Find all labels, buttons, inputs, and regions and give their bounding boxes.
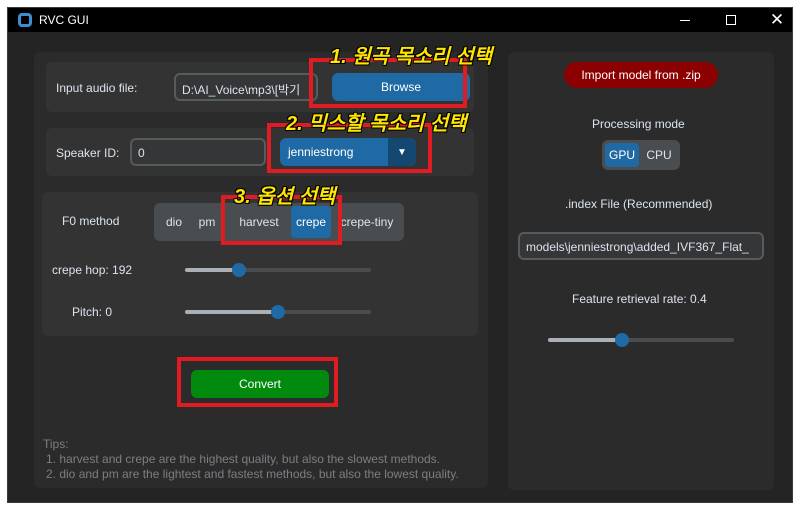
minimize-icon bbox=[680, 19, 690, 21]
processing-mode-label: Processing mode bbox=[592, 117, 685, 131]
close-button[interactable]: ✕ bbox=[754, 8, 792, 32]
maximize-button[interactable] bbox=[708, 8, 754, 32]
index-file-input[interactable]: models\jenniestrong\added_IVF367_Flat_ bbox=[518, 232, 764, 260]
tip-line-2: 2. dio and pm are the lightest and faste… bbox=[46, 467, 459, 481]
feature-retrieval-slider[interactable] bbox=[548, 333, 734, 347]
annotation-step-1: 1. 원곡 목소리 선택 bbox=[330, 46, 493, 68]
processing-mode-selector: GPU CPU bbox=[602, 140, 680, 170]
speaker-id-input[interactable]: 0 bbox=[130, 138, 266, 166]
annotation-step-3: 3. 옵션 선택 bbox=[234, 186, 336, 208]
tips-title: Tips: bbox=[43, 437, 69, 451]
crepe-hop-slider[interactable] bbox=[185, 263, 371, 277]
pitch-thumb[interactable] bbox=[271, 305, 285, 319]
audio-path-input[interactable]: D:\AI_Voice\mp3\[박기 bbox=[174, 73, 318, 101]
tips-text: Tips: 1. harvest and crepe are the highe… bbox=[43, 437, 459, 482]
pitch-label: Pitch: 0 bbox=[72, 305, 113, 319]
input-audio-label: Input audio file: bbox=[56, 81, 138, 95]
window-title: RVC GUI bbox=[39, 13, 89, 27]
f0-option-crepe-tiny[interactable]: crepe-tiny bbox=[334, 206, 400, 238]
tip-line-1: 1. harvest and crepe are the highest qua… bbox=[46, 452, 441, 466]
crepe-hop-label: crepe hop: 192 bbox=[52, 263, 133, 277]
f0-option-pm[interactable]: pm bbox=[194, 206, 220, 238]
crepe-hop-thumb[interactable] bbox=[232, 263, 246, 277]
settings-panel: Import model from .zip Processing mode G… bbox=[508, 52, 774, 490]
crepe-hop-fill bbox=[185, 268, 239, 272]
annotation-step-2: 2. 믹스할 목소리 선택 bbox=[286, 113, 467, 135]
mode-cpu[interactable]: CPU bbox=[641, 143, 677, 167]
index-file-label: .index File (Recommended) bbox=[565, 197, 713, 211]
pitch-slider[interactable] bbox=[185, 305, 371, 319]
pitch-fill bbox=[185, 310, 278, 314]
feature-retrieval-fill bbox=[548, 338, 622, 342]
f0-method-label: F0 method bbox=[62, 214, 120, 228]
close-icon: ✕ bbox=[769, 10, 785, 29]
minimize-button[interactable] bbox=[662, 8, 708, 32]
import-model-button[interactable]: Import model from .zip bbox=[564, 62, 718, 88]
title-bar: RVC GUI ✕ bbox=[8, 8, 792, 32]
maximize-icon bbox=[726, 15, 736, 25]
feature-retrieval-thumb[interactable] bbox=[615, 333, 629, 347]
speaker-id-label: Speaker ID: bbox=[56, 146, 120, 160]
mode-gpu[interactable]: GPU bbox=[605, 143, 639, 167]
app-logo-icon bbox=[18, 13, 32, 27]
f0-option-dio[interactable]: dio bbox=[158, 206, 190, 238]
annotation-box-convert bbox=[177, 357, 338, 407]
feature-retrieval-label: Feature retrieval rate: 0.4 bbox=[572, 292, 707, 306]
